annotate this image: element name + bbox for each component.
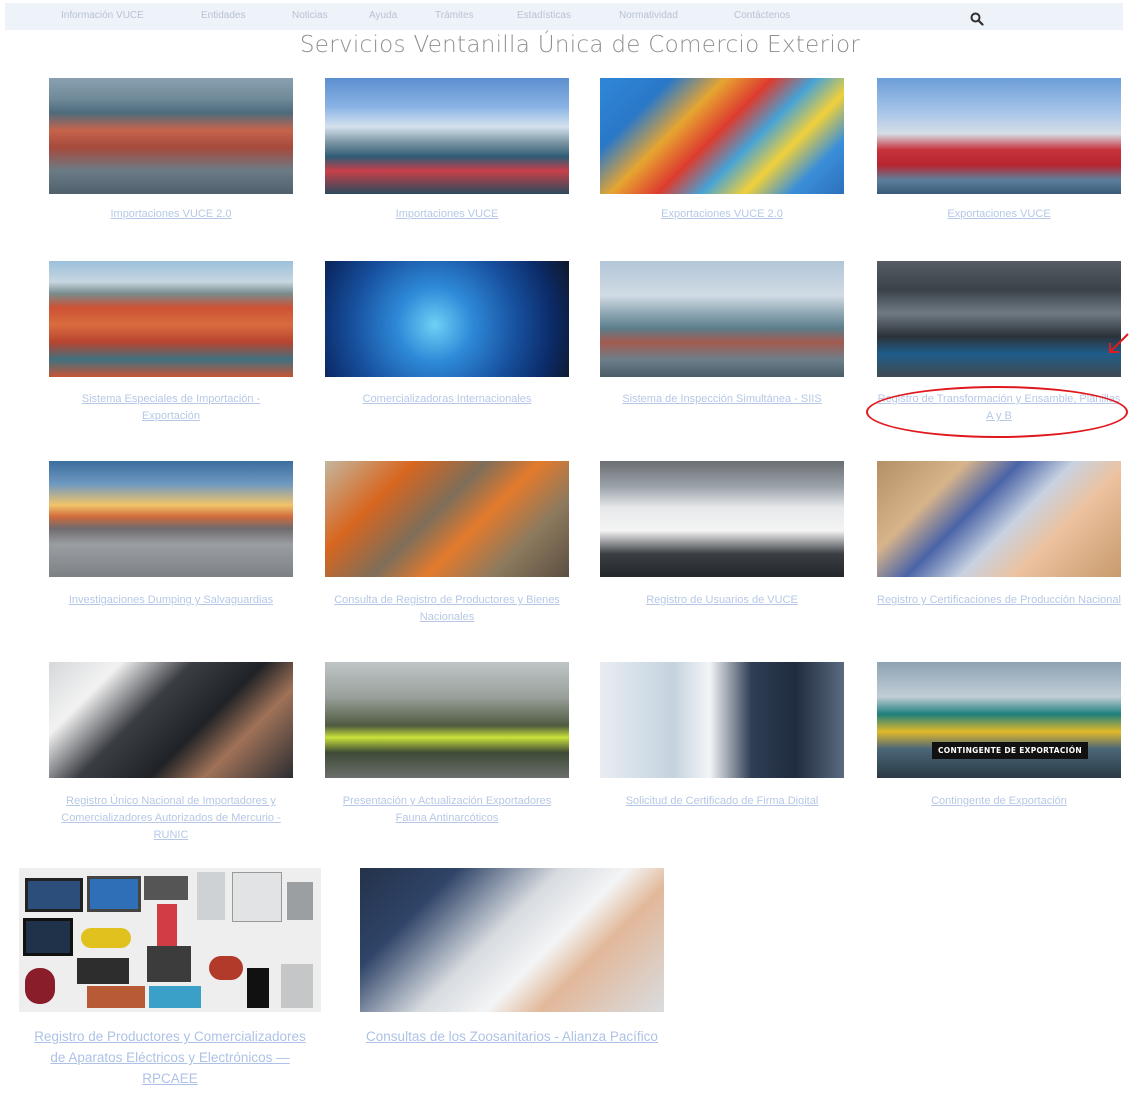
service-link-contingente-exportacion[interactable]: Contingente de Exportación	[877, 793, 1121, 810]
service-link-zoosanitarios[interactable]: Consultas de los Zoosanitarios - Alianza…	[366, 1026, 658, 1047]
service-link-importaciones-vuce-2[interactable]: Importaciones VUCE 2.0	[49, 206, 293, 223]
service-image-exportaciones-vuce-2[interactable]	[600, 78, 844, 194]
annotation-arrow-icon	[1109, 333, 1129, 353]
service-link-productores-bienes[interactable]: Consulta de Registro de Productores y Bi…	[325, 592, 569, 626]
page-title: Servicios Ventanilla Única de Comercio E…	[299, 32, 861, 58]
service-image-zoosanitarios[interactable]	[360, 868, 664, 1012]
appliance-oven-icon	[147, 946, 191, 982]
service-link-sistemas-especiales[interactable]: Sistema Especiales de Importación - Expo…	[62, 391, 280, 425]
service-image-sistemas-especiales[interactable]	[49, 261, 293, 377]
appliance-vacuum-icon	[81, 928, 131, 948]
appliance-laptop-icon	[87, 876, 141, 912]
service-image-comercializadoras[interactable]	[325, 261, 569, 377]
highlight-circle	[866, 386, 1128, 438]
nav-item-contactenos[interactable]: Contáctenos	[734, 10, 790, 21]
top-navigation: Información VUCE Entidades Noticias Ayud…	[5, 3, 1123, 30]
service-image-contingente-exportacion[interactable]: CONTINGENTE DE EXPORTACIÓN	[877, 662, 1121, 778]
search-icon[interactable]	[970, 12, 984, 26]
service-image-produccion-nacional[interactable]	[877, 461, 1121, 577]
service-link-rpcaee[interactable]: Registro de Productores y Comercializado…	[25, 1026, 315, 1089]
service-link-importaciones-vuce[interactable]: Importaciones VUCE	[325, 206, 569, 223]
appliance-monitor-icon	[23, 918, 73, 956]
service-image-importaciones-vuce[interactable]	[325, 78, 569, 194]
appliance-washer-icon	[287, 882, 313, 920]
nav-item-noticias[interactable]: Noticias	[292, 10, 328, 21]
nav-item-normatividad[interactable]: Normatividad	[619, 10, 678, 21]
service-link-runic[interactable]: Registro Único Nacional de Importadores …	[52, 793, 290, 844]
appliance-blender-icon	[157, 904, 177, 946]
service-image-firma-digital[interactable]	[600, 662, 844, 778]
service-image-productores-bienes[interactable]	[325, 461, 569, 577]
service-link-exportaciones-vuce-2[interactable]: Exportaciones VUCE 2.0	[600, 206, 844, 223]
appliance-cooker-icon	[209, 956, 243, 980]
service-image-transformacion-ensamble[interactable]	[877, 261, 1121, 377]
service-image-exportaciones-vuce[interactable]	[877, 78, 1121, 194]
service-link-produccion-nacional[interactable]: Registro y Certificaciones de Producción…	[877, 592, 1121, 609]
service-link-fauna-antinarcoticos[interactable]: Presentación y Actualización Exportadore…	[335, 793, 559, 827]
service-link-firma-digital[interactable]: Solicitud de Certificado de Firma Digita…	[600, 793, 844, 810]
appliance-speaker-icon	[247, 968, 269, 1008]
nav-item-informacion-vuce[interactable]: Información VUCE	[61, 10, 144, 21]
service-link-siis[interactable]: Sistema de Inspección Simultánea - SIIS	[600, 391, 844, 408]
appliance-smalltv-icon	[149, 986, 201, 1008]
service-image-fauna-antinarcoticos[interactable]	[325, 662, 569, 778]
service-image-dumping[interactable]	[49, 461, 293, 577]
appliance-toaster-oven-icon	[87, 986, 145, 1008]
service-link-comercializadoras[interactable]: Comercializadoras Internacionales	[325, 391, 569, 408]
appliance-vacuum-red-icon	[25, 968, 55, 1004]
appliance-fridge-icon	[197, 872, 225, 920]
appliance-tv-icon	[25, 878, 83, 912]
service-image-siis[interactable]	[600, 261, 844, 377]
appliance-stove-icon	[144, 876, 188, 900]
service-image-importaciones-vuce-2[interactable]	[49, 78, 293, 194]
nav-item-estadisticas[interactable]: Estadísticas	[517, 10, 571, 21]
nav-item-ayuda[interactable]: Ayuda	[369, 10, 397, 21]
service-link-dumping[interactable]: Investigaciones Dumping y Salvaguardias	[62, 592, 280, 609]
service-image-runic[interactable]	[49, 662, 293, 778]
service-image-rpcaee[interactable]	[19, 868, 321, 1012]
service-link-registro-usuarios[interactable]: Registro de Usuarios de VUCE	[600, 592, 844, 609]
appliance-microwave-icon	[77, 958, 129, 984]
service-link-exportaciones-vuce[interactable]: Exportaciones VUCE	[877, 206, 1121, 223]
nav-item-entidades[interactable]: Entidades	[201, 10, 245, 21]
contingente-badge: CONTINGENTE DE EXPORTACIÓN	[932, 742, 1089, 759]
appliance-range-icon	[281, 964, 313, 1008]
appliance-double-fridge-icon	[232, 872, 282, 922]
service-image-registro-usuarios[interactable]	[600, 461, 844, 577]
nav-item-tramites[interactable]: Trámites	[435, 10, 474, 21]
